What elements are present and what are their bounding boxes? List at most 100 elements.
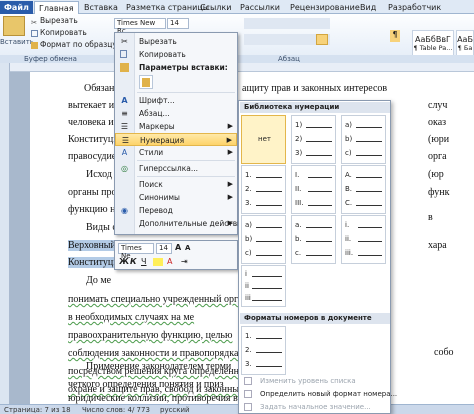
status-page[interactable]: Страница: 7 из 18 bbox=[4, 406, 71, 414]
justify-button[interactable] bbox=[316, 34, 328, 45]
numbering-format-option[interactable]: i ii iii bbox=[241, 265, 286, 307]
italic-button[interactable]: К bbox=[130, 257, 137, 266]
document-format-option[interactable]: 1. 2. 3. bbox=[241, 326, 286, 375]
menu-item-hyperlink[interactable]: ◎ Гиперссылка... bbox=[115, 162, 237, 175]
tab-file[interactable]: Файл bbox=[0, 1, 33, 14]
paste-keep-text-button[interactable] bbox=[139, 75, 153, 89]
doc-line: юридические коллизии, противоречия в де bbox=[68, 393, 250, 404]
numbering-format-option[interactable]: I. II. III. bbox=[291, 165, 336, 214]
cut-button[interactable]: ✂ Вырезать bbox=[31, 16, 78, 27]
styles-icon: A bbox=[121, 148, 128, 157]
numbering-format-option[interactable]: A. B. C. bbox=[341, 165, 386, 214]
format-line bbox=[256, 227, 282, 228]
doc-line-selected: Конституци bbox=[68, 257, 119, 268]
tab-developer[interactable]: Разработчик bbox=[384, 1, 445, 14]
format-item: c) bbox=[245, 249, 252, 257]
numbering-format-option[interactable]: a) b) c) bbox=[341, 115, 386, 164]
vertical-ruler[interactable] bbox=[0, 63, 10, 414]
bold-button[interactable]: Ж bbox=[119, 257, 129, 266]
doc-line: Применение законодателем терми bbox=[86, 361, 232, 372]
library-heading: Библиотека нумерации bbox=[240, 102, 390, 113]
numbering-none-option[interactable]: нет bbox=[241, 115, 286, 164]
tab-mailings[interactable]: Рассылки bbox=[236, 1, 284, 14]
change-list-level-item[interactable]: Изменить уровень списка bbox=[240, 375, 390, 387]
tab-insert[interactable]: Вставка bbox=[80, 1, 122, 14]
numbering-format-option[interactable]: a) b) c) bbox=[241, 215, 286, 264]
format-line bbox=[308, 177, 332, 178]
mini-size-select[interactable]: 14 bbox=[156, 243, 172, 254]
format-line bbox=[256, 352, 282, 353]
submenu-arrow-icon: ▶ bbox=[227, 219, 233, 227]
format-item: 2. bbox=[245, 346, 252, 354]
doc-line: четкого определения понятия и приз bbox=[68, 379, 224, 390]
tab-references[interactable]: Ссылки bbox=[196, 1, 235, 14]
menu-item-copy[interactable]: Копировать bbox=[115, 48, 237, 61]
menu-item-search[interactable]: Поиск ▶ bbox=[115, 178, 237, 191]
format-painter-button[interactable]: Формат по образцу bbox=[31, 40, 117, 49]
grow-font-icon[interactable]: A bbox=[175, 243, 181, 252]
mini-toolbar: Times Ne 14 A A Ж К Ч A ⇥ bbox=[114, 240, 238, 270]
menu-separator bbox=[137, 160, 235, 161]
font-color-icon[interactable]: A bbox=[167, 257, 172, 266]
style-sample-2: АаБ bbox=[457, 35, 473, 44]
highlight-icon[interactable] bbox=[153, 258, 163, 266]
menu-label: Стили bbox=[139, 148, 164, 157]
format-item: 2. bbox=[245, 185, 252, 193]
format-line bbox=[358, 255, 382, 256]
menu-item-numbering[interactable]: ☰ Нумерация ▶ bbox=[115, 133, 237, 146]
menu-item-paragraph[interactable]: ≡ Абзац... bbox=[115, 107, 237, 120]
menu-item-bullets[interactable]: ☰ Маркеры ▶ bbox=[115, 120, 237, 133]
tab-view[interactable]: Вид bbox=[356, 1, 380, 14]
scissors-icon: ✂ bbox=[31, 17, 38, 27]
pilcrow-button[interactable]: ¶ bbox=[390, 30, 400, 42]
menu-item-styles[interactable]: A Стили ▶ bbox=[115, 146, 237, 159]
menu-item-font[interactable]: A Шрифт... bbox=[115, 94, 237, 107]
paragraph-list-buttons[interactable] bbox=[244, 18, 330, 29]
format-line bbox=[256, 338, 282, 339]
numbering-format-option[interactable]: 1) 2) 3) bbox=[291, 115, 336, 164]
footer-label: Задать начальное значение... bbox=[260, 403, 371, 411]
copy-button[interactable]: Копировать bbox=[31, 28, 87, 37]
status-bar: Страница: 7 из 18 Число слов: 4/ 773 рус… bbox=[0, 404, 474, 414]
paste-button[interactable]: Вставить bbox=[0, 38, 34, 46]
menu-item-synonyms[interactable]: Синонимы ▶ bbox=[115, 191, 237, 204]
format-line bbox=[356, 177, 382, 178]
footer-label: Изменить уровень списка bbox=[260, 377, 356, 385]
set-start-value-item[interactable]: Задать начальное значение... bbox=[240, 401, 390, 413]
numbering-format-option[interactable]: 1. 2. 3. bbox=[241, 165, 286, 214]
underline-button[interactable]: Ч bbox=[141, 257, 146, 266]
doc-line: в необходимых случаях на ме bbox=[68, 312, 195, 323]
format-line bbox=[256, 366, 282, 367]
paste-icon[interactable] bbox=[3, 16, 25, 36]
numbering-format-option[interactable]: i. ii. iii. bbox=[341, 215, 386, 264]
font-size-select[interactable]: 14 bbox=[167, 18, 189, 29]
menu-label: Шрифт... bbox=[139, 96, 175, 105]
doc-line-right: функ bbox=[428, 187, 450, 198]
tab-review[interactable]: Рецензирование bbox=[286, 1, 364, 14]
format-item: b) bbox=[245, 235, 253, 243]
shrink-font-icon[interactable]: A bbox=[185, 244, 190, 252]
search-icon bbox=[120, 180, 129, 189]
format-item: ii bbox=[245, 282, 249, 290]
format-item: C. bbox=[345, 199, 353, 207]
tab-home[interactable]: Главная bbox=[34, 1, 79, 14]
mini-font-select[interactable]: Times Ne bbox=[118, 243, 154, 260]
doc-line-right: (юр bbox=[428, 169, 444, 180]
format-line bbox=[306, 255, 332, 256]
status-language[interactable]: русский bbox=[160, 406, 190, 414]
format-item: a) bbox=[345, 121, 353, 129]
font-name-select[interactable]: Times New Rc bbox=[114, 18, 166, 35]
menu-item-translate[interactable]: ◉ Перевод bbox=[115, 204, 237, 217]
format-item: 3) bbox=[295, 149, 303, 157]
format-item: a. bbox=[295, 221, 302, 229]
menu-item-cut[interactable]: ✂ Вырезать bbox=[115, 35, 237, 48]
define-number-format-item[interactable]: Определить новый формат номера... bbox=[240, 388, 397, 400]
format-line bbox=[256, 241, 282, 242]
start-value-icon bbox=[244, 403, 252, 411]
status-words[interactable]: Число слов: 4/ 773 bbox=[82, 406, 150, 414]
indent-icon[interactable]: ⇥ bbox=[181, 257, 188, 266]
menu-label: Абзац... bbox=[139, 109, 170, 118]
menu-item-additional-actions[interactable]: Дополнительные действия ▶ bbox=[115, 217, 247, 230]
format-line bbox=[256, 255, 282, 256]
numbering-format-option[interactable]: a. b. c. bbox=[291, 215, 336, 264]
